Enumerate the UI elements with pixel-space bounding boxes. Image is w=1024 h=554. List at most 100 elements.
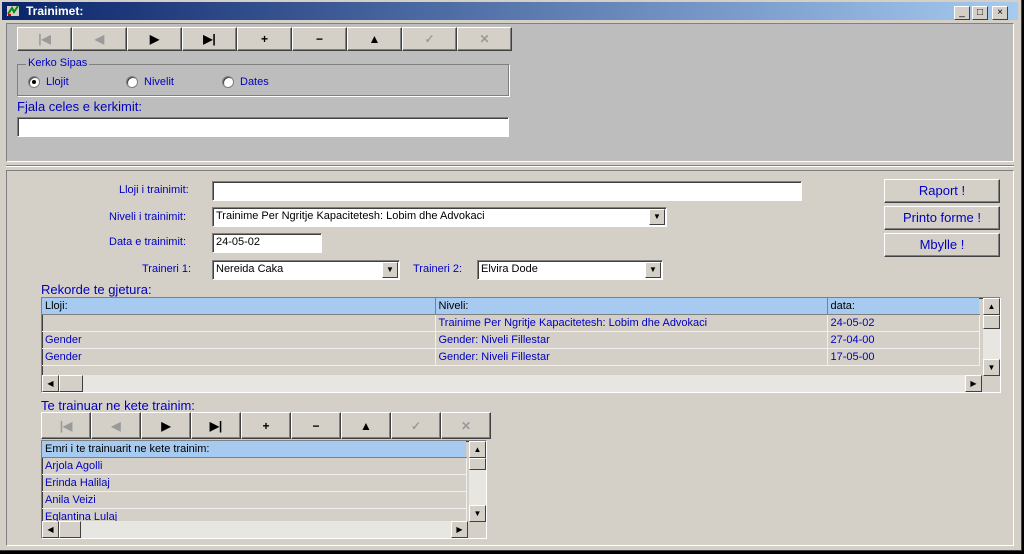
trainee-nav-edit-button[interactable]: ▲ xyxy=(341,412,391,439)
records-horizontal-scrollbar[interactable]: ◀ ▶ xyxy=(42,375,982,392)
column-header-date[interactable]: data: xyxy=(827,298,979,315)
column-header-trainee-name[interactable]: Emri i te trainuarit ne kete trainim: xyxy=(42,441,466,458)
cell-type[interactable]: Gender xyxy=(42,348,436,366)
chevron-down-icon[interactable]: ▼ xyxy=(649,209,665,225)
radio-type-label: Llojit xyxy=(46,76,69,88)
chevron-down-icon[interactable]: ▼ xyxy=(382,262,398,278)
scroll-down-icon[interactable]: ▼ xyxy=(983,359,1000,376)
trainees-grid[interactable]: Emri i te trainuarit ne kete trainim: Ar… xyxy=(41,440,487,539)
app-icon xyxy=(7,5,19,16)
close-window-button[interactable]: × xyxy=(992,6,1008,20)
level-select[interactable]: Trainime Per Ngritje Kapacitetesh: Lobim… xyxy=(212,207,667,227)
column-header-level[interactable]: Niveli: xyxy=(435,298,828,315)
scroll-down-icon[interactable]: ▼ xyxy=(469,505,486,522)
radio-date-indicator[interactable] xyxy=(222,76,234,88)
radio-level-label: Nivelit xyxy=(144,76,174,88)
minimize-button[interactable]: _ xyxy=(954,6,970,20)
type-input[interactable] xyxy=(212,181,802,201)
cell-level[interactable]: Trainime Per Ngritje Kapacitetesh: Lobim… xyxy=(435,314,828,332)
records-navigator: |◀ ◀ ▶ ▶| + − ▲ ✓ ✕ xyxy=(17,27,512,51)
cell-date[interactable]: 17-05-00 xyxy=(827,348,980,366)
cell-date[interactable]: 24-05-02 xyxy=(827,314,980,332)
records-grid[interactable]: Lloji: Niveli: data: Trainime Per Ngritj… xyxy=(41,297,1001,393)
cell-level[interactable]: Gender: Niveli Fillestar xyxy=(435,348,828,366)
cell-level[interactable]: Gender: Niveli Fillestar xyxy=(435,331,828,349)
type-label: Lloji i trainimit: xyxy=(119,184,189,196)
nav-prior-button[interactable]: ◀ xyxy=(72,27,127,51)
date-input[interactable]: 24-05-02 xyxy=(212,233,322,253)
trainer2-select-value: Elvira Dode xyxy=(481,263,538,275)
list-item[interactable]: Arjola Agolli xyxy=(42,457,467,475)
column-header-type[interactable]: Lloji: xyxy=(42,298,436,315)
maximize-button[interactable]: □ xyxy=(972,6,988,20)
keyword-input[interactable] xyxy=(17,117,509,137)
records-vertical-scrollbar[interactable]: ▲ ▼ xyxy=(983,298,1000,376)
records-header-row: Lloji: Niveli: data: xyxy=(42,298,979,315)
close-button[interactable]: Mbylle ! xyxy=(884,233,1000,257)
scroll-thumb[interactable] xyxy=(59,521,81,538)
table-row[interactable]: Gender Gender: Niveli Fillestar 27-04-00 xyxy=(42,331,980,349)
trainees-horizontal-scrollbar[interactable]: ◀ ▶ xyxy=(42,521,468,538)
scroll-thumb[interactable] xyxy=(469,458,486,470)
radio-level[interactable]: Nivelit xyxy=(126,76,174,88)
training-form-panel: Lloji i trainimit: Niveli i trainimit: T… xyxy=(6,170,1014,546)
nav-next-button[interactable]: ▶ xyxy=(127,27,182,51)
trainee-nav-post-button[interactable]: ✓ xyxy=(391,412,441,439)
table-row[interactable]: Gender Gender: Niveli Fillestar 17-05-00 xyxy=(42,348,980,366)
trainee-name[interactable]: Anila Veizi xyxy=(42,491,467,509)
trainee-name[interactable]: Arjola Agolli xyxy=(42,457,467,475)
radio-date[interactable]: Dates xyxy=(222,76,269,88)
list-item[interactable]: Anila Veizi xyxy=(42,491,467,509)
radio-type-indicator[interactable] xyxy=(28,76,40,88)
scroll-thumb[interactable] xyxy=(59,375,83,392)
radio-date-label: Dates xyxy=(240,76,269,88)
trainee-nav-prior-button[interactable]: ◀ xyxy=(91,412,141,439)
trainees-navigator: |◀ ◀ ▶ ▶| + − ▲ ✓ ✕ xyxy=(41,412,491,439)
cell-type[interactable] xyxy=(42,314,436,332)
level-label: Niveli i trainimit: xyxy=(109,211,187,223)
nav-first-button[interactable]: |◀ xyxy=(17,27,72,51)
trainee-name[interactable]: Erinda Halilaj xyxy=(42,474,467,492)
report-button[interactable]: Raport ! xyxy=(884,179,1000,203)
scroll-up-icon[interactable]: ▲ xyxy=(469,441,486,458)
scroll-left-icon[interactable]: ◀ xyxy=(42,521,59,538)
chevron-down-icon[interactable]: ▼ xyxy=(645,262,661,278)
window-title: Trainimet: xyxy=(26,4,84,18)
radio-level-indicator[interactable] xyxy=(126,76,138,88)
trainee-nav-delete-button[interactable]: − xyxy=(291,412,341,439)
title-bar[interactable]: Trainimet: _ □ × xyxy=(2,2,1018,20)
search-panel: |◀ ◀ ▶ ▶| + − ▲ ✓ ✕ Kerko Sipas Llojit N… xyxy=(6,23,1014,162)
scroll-right-icon[interactable]: ▶ xyxy=(965,375,982,392)
scroll-up-icon[interactable]: ▲ xyxy=(983,298,1000,315)
trainer1-label: Traineri 1: xyxy=(142,263,192,275)
search-by-group: Kerko Sipas Llojit Nivelit Dates xyxy=(17,57,509,96)
trainee-nav-first-button[interactable]: |◀ xyxy=(41,412,91,439)
trainee-nav-insert-button[interactable]: + xyxy=(241,412,291,439)
print-form-button[interactable]: Printo forme ! xyxy=(884,206,1000,230)
trainee-nav-cancel-button[interactable]: ✕ xyxy=(441,412,491,439)
level-select-value: Trainime Per Ngritje Kapacitetesh: Lobim… xyxy=(216,210,485,222)
trainer2-select[interactable]: Elvira Dode ▼ xyxy=(477,260,663,280)
cell-date[interactable]: 27-04-00 xyxy=(827,331,980,349)
scroll-right-icon[interactable]: ▶ xyxy=(451,521,468,538)
trainees-vertical-scrollbar[interactable]: ▲ ▼ xyxy=(469,441,486,522)
trainer1-select[interactable]: Nereida Caka ▼ xyxy=(212,260,400,280)
radio-type[interactable]: Llojit xyxy=(28,76,69,88)
trainee-nav-last-button[interactable]: ▶| xyxy=(191,412,241,439)
trainees-title: Te trainuar ne kete trainim: xyxy=(41,398,195,413)
trainer1-select-value: Nereida Caka xyxy=(216,263,284,275)
nav-cancel-button[interactable]: ✕ xyxy=(457,27,512,51)
divider xyxy=(6,165,1014,167)
nav-post-button[interactable]: ✓ xyxy=(402,27,457,51)
table-row[interactable]: Trainime Per Ngritje Kapacitetesh: Lobim… xyxy=(42,314,980,332)
records-title: Rekorde te gjetura: xyxy=(41,282,152,297)
nav-edit-button[interactable]: ▲ xyxy=(347,27,402,51)
list-item[interactable]: Erinda Halilaj xyxy=(42,474,467,492)
trainee-nav-next-button[interactable]: ▶ xyxy=(141,412,191,439)
nav-insert-button[interactable]: + xyxy=(237,27,292,51)
cell-type[interactable]: Gender xyxy=(42,331,436,349)
nav-last-button[interactable]: ▶| xyxy=(182,27,237,51)
nav-delete-button[interactable]: − xyxy=(292,27,347,51)
scroll-thumb[interactable] xyxy=(983,315,1000,329)
scroll-left-icon[interactable]: ◀ xyxy=(42,375,59,392)
